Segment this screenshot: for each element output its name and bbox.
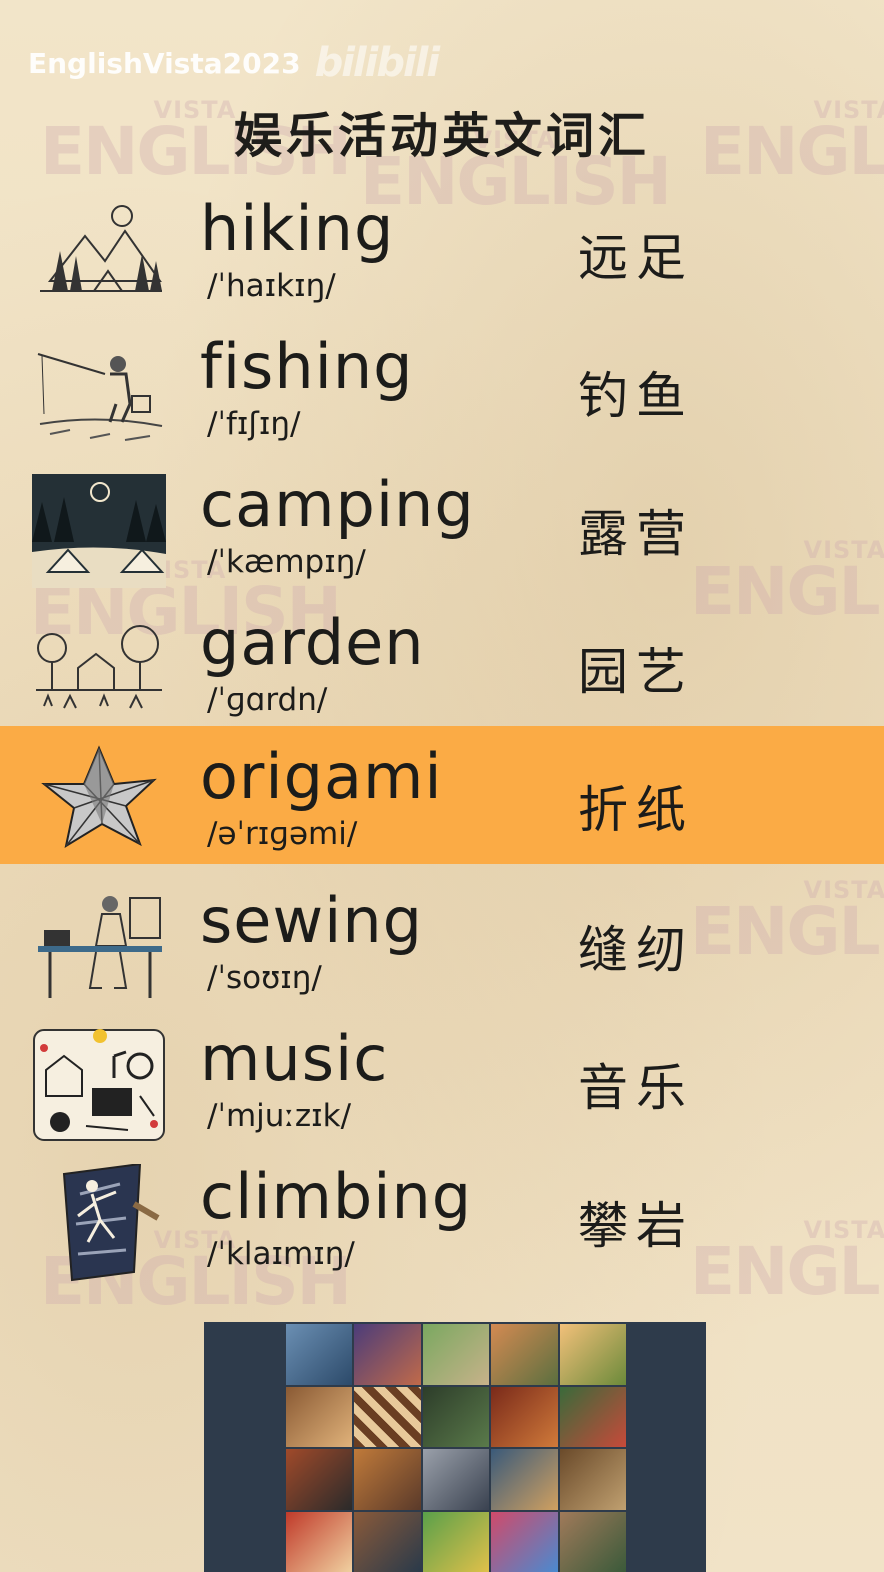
collage-tile	[559, 1386, 626, 1447]
vocab-word: camping	[200, 468, 475, 541]
fishing-sketch-icon	[37, 353, 163, 441]
vocab-chinese: 折纸	[578, 781, 694, 839]
vocab-word: garden	[200, 606, 425, 679]
activities-collage-image	[204, 1322, 706, 1572]
vocab-ipa: /ˈɡɑrdn/	[207, 682, 328, 718]
collage-tile	[491, 1511, 558, 1572]
collage-tile	[559, 1511, 626, 1572]
collage-tile	[559, 1324, 626, 1385]
collage-tile	[354, 1449, 421, 1510]
collage-tile	[422, 1511, 490, 1572]
vocab-row-music: music /ˈmjuːzɪk/ 音乐	[0, 1022, 884, 1160]
vocab-ipa: /ˈmjuːzɪk/	[207, 1098, 352, 1134]
vocab-word: hiking	[200, 192, 395, 265]
collage-tile	[422, 1324, 490, 1385]
vocab-row-sewing: sewing /ˈsoʊɪŋ/ 缝纫	[0, 884, 884, 1022]
channel-name: EnglishVista2023	[28, 46, 301, 80]
vocab-word: music	[200, 1022, 389, 1095]
collage-tile	[354, 1511, 421, 1572]
vocab-row-origami: origami /əˈrɪɡəmi/ 折纸	[0, 726, 884, 864]
vocab-chinese: 缝纫	[578, 921, 694, 979]
vocab-ipa: /ˈhaɪkɪŋ/	[207, 268, 336, 304]
collage-tile	[422, 1386, 490, 1447]
origami-star-icon	[41, 745, 157, 849]
collage-tile	[286, 1386, 353, 1447]
collage-tile	[286, 1511, 353, 1572]
vocab-word: climbing	[200, 1160, 473, 1233]
collage-tile	[491, 1386, 558, 1447]
vocab-chinese: 钓鱼	[578, 367, 694, 425]
climbing-sketch-icon	[62, 1164, 160, 1282]
sewing-sketch-icon	[38, 896, 162, 998]
vocab-word: fishing	[200, 330, 414, 403]
vocab-row-hiking: hiking /ˈhaɪkɪŋ/ 远足	[0, 192, 884, 330]
page-title: 娱乐活动英文词汇	[233, 108, 650, 164]
vocab-chinese: 园艺	[578, 643, 694, 701]
collage-tile	[422, 1449, 490, 1510]
garden-sketch-icon	[36, 625, 162, 709]
bilibili-logo: bilibili	[314, 40, 441, 86]
vocab-chinese: 攀岩	[578, 1197, 694, 1255]
collage-tile	[491, 1449, 558, 1510]
camping-sketch-icon	[32, 474, 166, 588]
vocab-chinese: 露营	[578, 505, 694, 563]
collage-tile	[354, 1324, 421, 1385]
vocab-ipa: /ˈsoʊɪŋ/	[207, 960, 322, 996]
vocab-row-climbing: climbing /ˈklaɪmɪŋ/ 攀岩	[0, 1160, 884, 1298]
collage-tile	[559, 1449, 626, 1510]
vocab-row-garden: garden /ˈɡɑrdn/ 园艺	[0, 606, 884, 744]
vocab-word: sewing	[200, 884, 424, 957]
vocab-ipa: /ˈklaɪmɪŋ/	[207, 1236, 355, 1272]
vocab-row-camping: camping /ˈkæmpɪŋ/ 露营	[0, 468, 884, 606]
collage-tile	[354, 1386, 421, 1447]
channel-overlay: EnglishVista2023 bilibili	[28, 40, 441, 86]
collage-tile	[286, 1324, 353, 1385]
vocab-row-fishing: fishing /ˈfɪʃɪŋ/ 钓鱼	[0, 330, 884, 468]
vocab-chinese: 音乐	[578, 1059, 694, 1117]
hiking-sketch-icon	[40, 205, 162, 292]
vocab-word: origami	[200, 740, 443, 813]
music-doodle-icon	[33, 1029, 165, 1141]
vocab-chinese: 远足	[578, 229, 694, 287]
vocab-ipa: /ˈfɪʃɪŋ/	[207, 406, 301, 442]
vocab-ipa: /ˈkæmpɪŋ/	[207, 544, 366, 580]
vocab-ipa: /əˈrɪɡəmi/	[207, 816, 358, 852]
collage-tile	[491, 1324, 558, 1385]
collage-tile	[286, 1449, 353, 1510]
